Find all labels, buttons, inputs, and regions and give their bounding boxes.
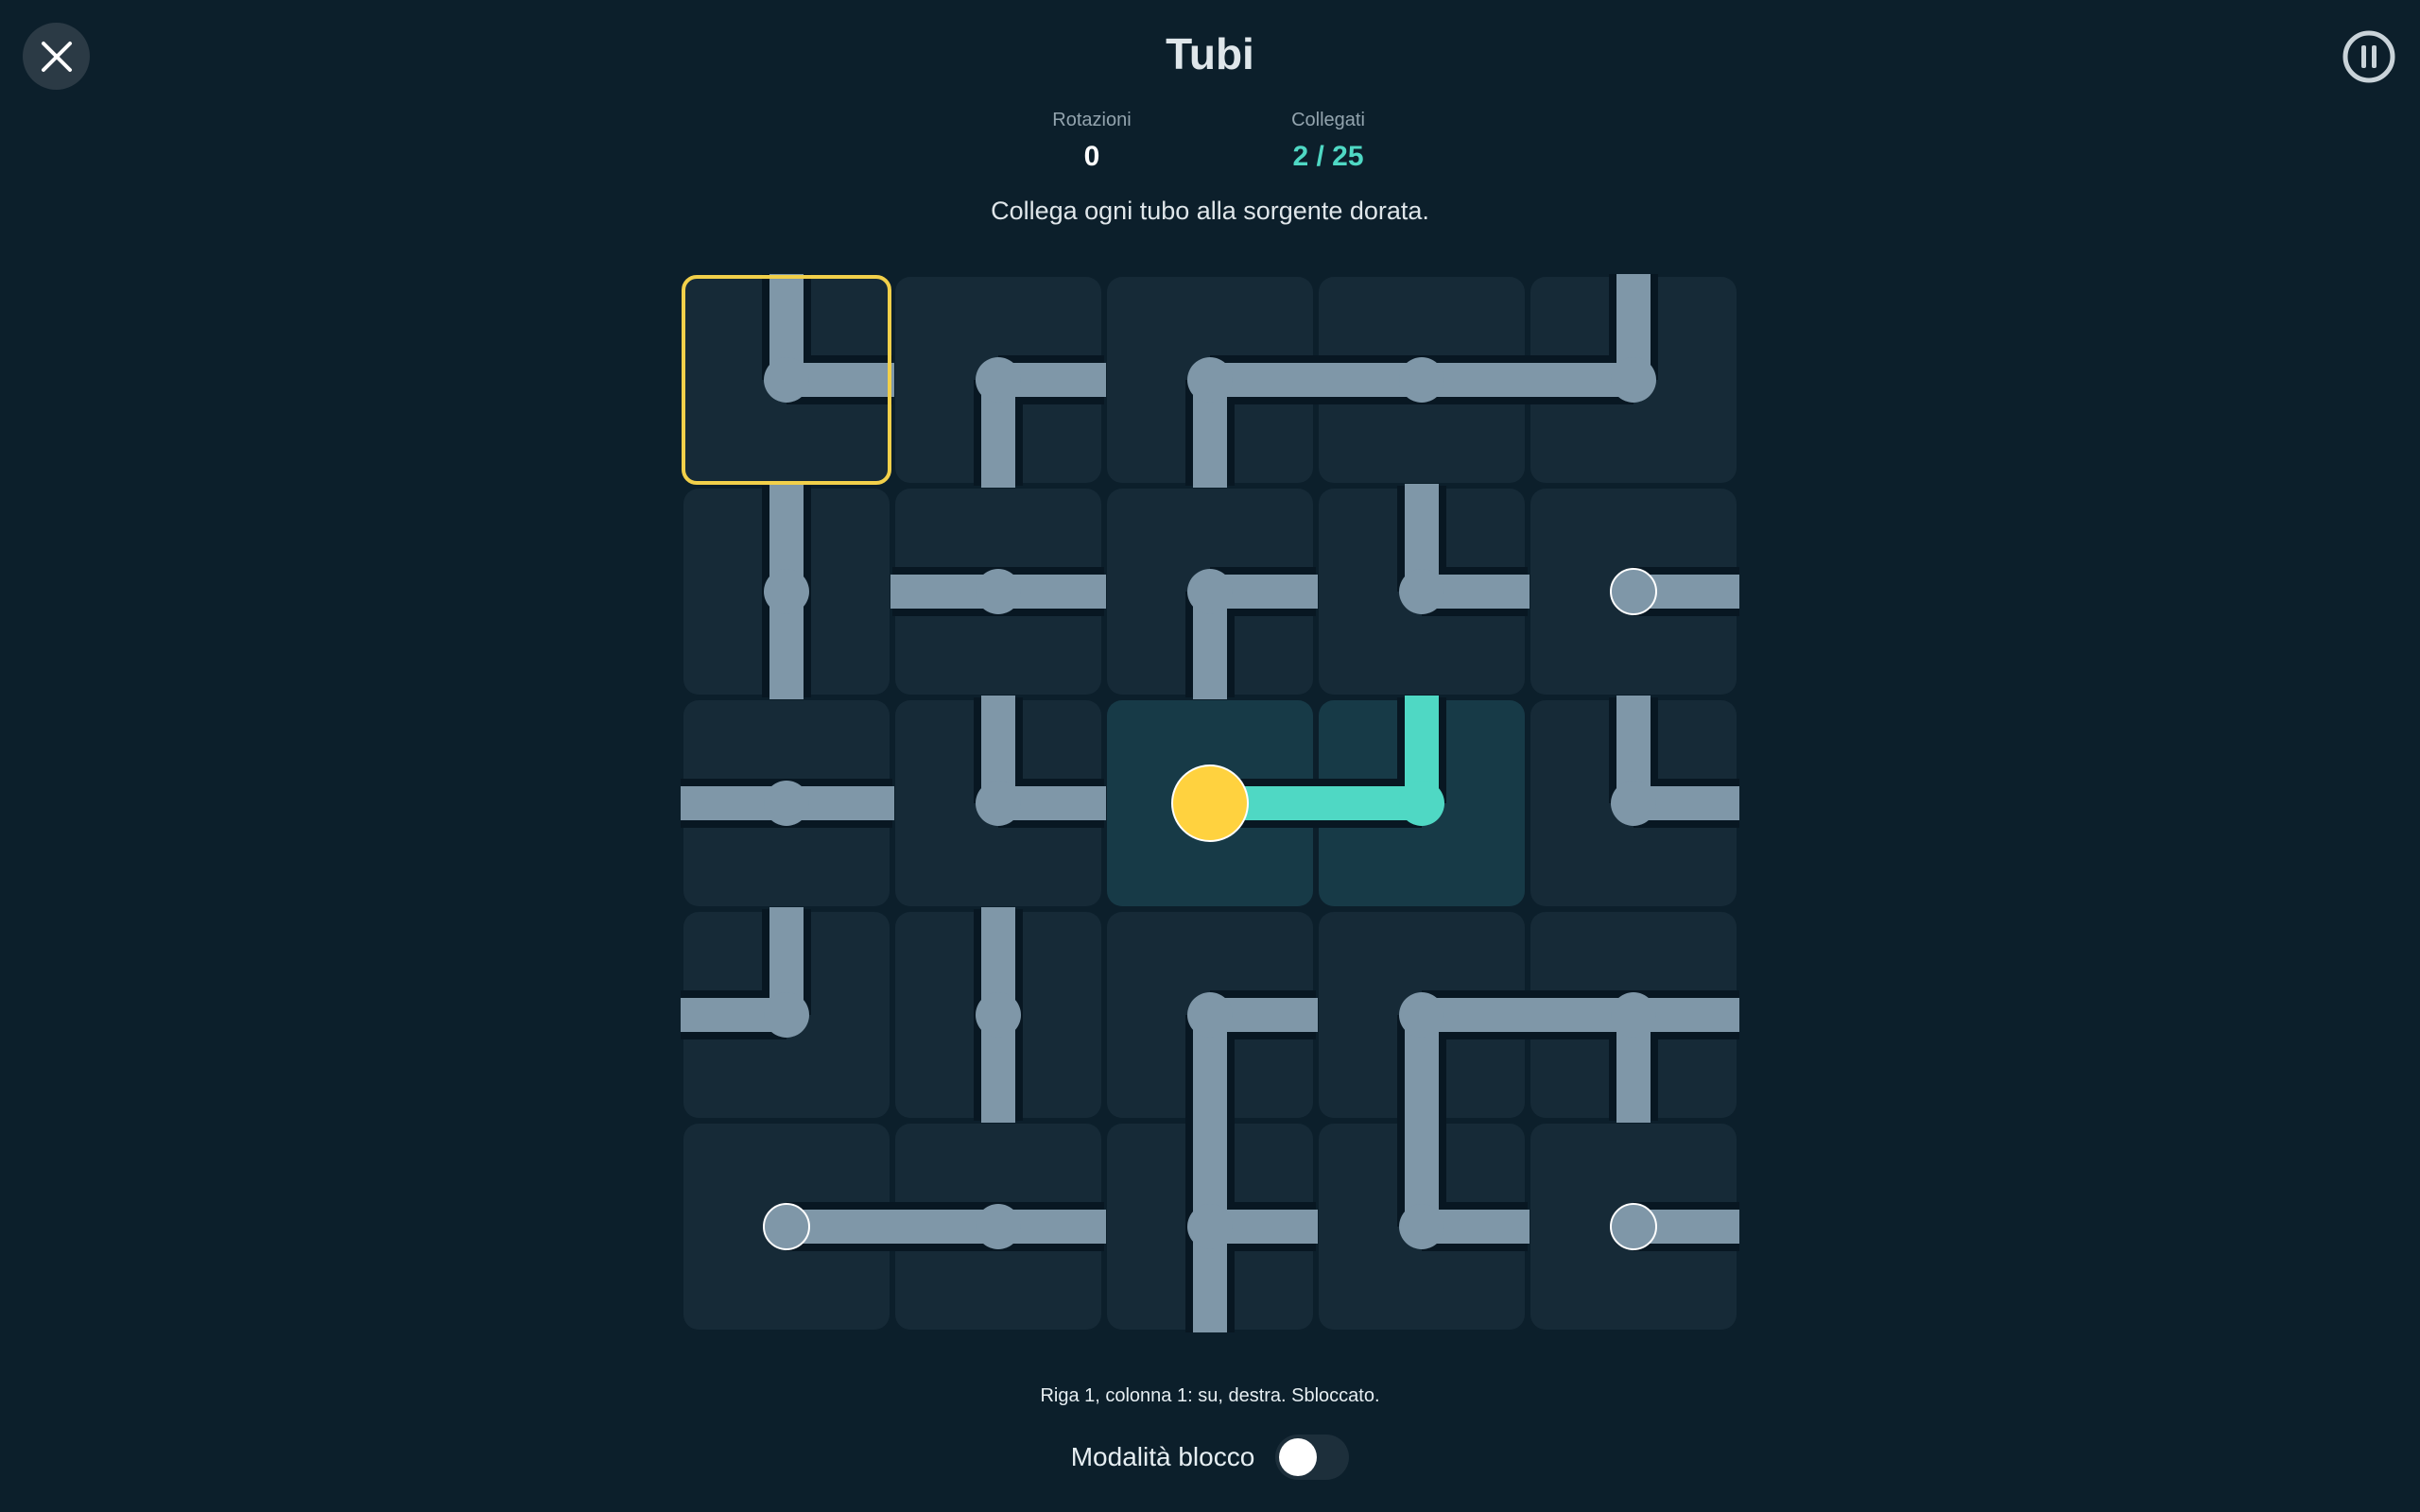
- connected-value: 2 / 25: [1292, 141, 1364, 172]
- pipe-joint: [1611, 781, 1656, 826]
- tile-r1-c5[interactable]: [1526, 274, 1737, 483]
- pipe-joint: [1399, 781, 1444, 826]
- status-line: Riga 1, colonna 1: su, destra. Sbloccato…: [1040, 1385, 1380, 1406]
- tile-r3-c5[interactable]: [1530, 696, 1739, 906]
- tile-r1-c2[interactable]: [895, 277, 1106, 488]
- tile-r5-c5[interactable]: [1530, 1124, 1739, 1330]
- lock-mode-row: Modalità blocco: [0, 1435, 2420, 1480]
- tile-r2-c5[interactable]: [1530, 489, 1739, 695]
- tile-r1-c1[interactable]: [683, 274, 894, 483]
- pipe-joint: [764, 357, 809, 403]
- tile-r5-c4[interactable]: [1319, 1119, 1530, 1330]
- game-title: Tubi: [1166, 29, 1254, 78]
- tile-r2-c2[interactable]: [890, 489, 1106, 695]
- pipe-joint: [976, 992, 1021, 1038]
- tile-r2-c4[interactable]: [1319, 484, 1530, 695]
- pipe-joint: [1399, 992, 1444, 1038]
- lock-mode-toggle[interactable]: [1275, 1435, 1350, 1480]
- pipe-joint: [1611, 992, 1656, 1038]
- pipe-joint: [976, 781, 1021, 826]
- pipe-board: [681, 274, 1739, 1332]
- source-node: [1171, 765, 1249, 842]
- tile-r1-c4[interactable]: [1314, 277, 1530, 483]
- connected-stat: Collegati 2 / 25: [1267, 110, 1390, 173]
- tile-r5-c2[interactable]: [890, 1124, 1106, 1330]
- pipe-joint: [1187, 569, 1233, 614]
- pipe-joint: [1399, 357, 1444, 403]
- lock-mode-label: Modalità blocco: [1070, 1442, 1255, 1471]
- rotations-value: 0: [1083, 141, 1100, 172]
- pipe-joint: [1187, 357, 1233, 403]
- connected-label: Collegati: [1291, 110, 1365, 130]
- tile-r3-c4[interactable]: [1314, 696, 1525, 906]
- tile-r4-c3[interactable]: [1107, 912, 1318, 1123]
- pipe-joint: [976, 569, 1021, 614]
- pipe-joint: [1611, 357, 1656, 403]
- pipe-joint: [1187, 992, 1233, 1038]
- tile-r1-c3[interactable]: [1107, 277, 1318, 488]
- stats-bar: Rotazioni 0 Collegati 2 / 25: [0, 110, 2420, 173]
- tile-r4-c1[interactable]: [681, 907, 890, 1118]
- pipe-joint: [764, 992, 809, 1038]
- tile-r5-c1[interactable]: [683, 1124, 894, 1330]
- rotations-label: Rotazioni: [1052, 110, 1132, 130]
- pipe-joint: [976, 357, 1021, 403]
- endpoint-node: [763, 1203, 810, 1250]
- pipe-joint: [1399, 569, 1444, 614]
- pipe-joint: [1399, 1204, 1444, 1249]
- tile-r4-c5[interactable]: [1526, 912, 1739, 1123]
- tile-r3-c2[interactable]: [895, 696, 1106, 906]
- pipe-joint: [1187, 1204, 1233, 1249]
- toggle-knob: [1279, 1438, 1318, 1476]
- tile-r5-c3[interactable]: [1107, 1119, 1318, 1332]
- tile-r4-c2[interactable]: [895, 907, 1101, 1123]
- tile-r2-c3[interactable]: [1107, 489, 1318, 699]
- instruction-text: Collega ogni tubo alla sorgente dorata.: [991, 197, 1429, 225]
- pipe-joint: [976, 1204, 1021, 1249]
- tile-r3-c3[interactable]: [1107, 700, 1318, 906]
- rotations-stat: Rotazioni 0: [1030, 110, 1153, 173]
- tile-r3-c1[interactable]: [681, 700, 894, 906]
- tile-r2-c1[interactable]: [683, 484, 890, 699]
- tile-r4-c4[interactable]: [1319, 912, 1530, 1123]
- pause-icon: [2342, 30, 2395, 83]
- endpoint-node: [1610, 1203, 1657, 1250]
- pipe-joint: [764, 569, 809, 614]
- pipe-joint: [764, 781, 809, 826]
- endpoint-node: [1610, 568, 1657, 615]
- pause-button[interactable]: [2341, 28, 2397, 85]
